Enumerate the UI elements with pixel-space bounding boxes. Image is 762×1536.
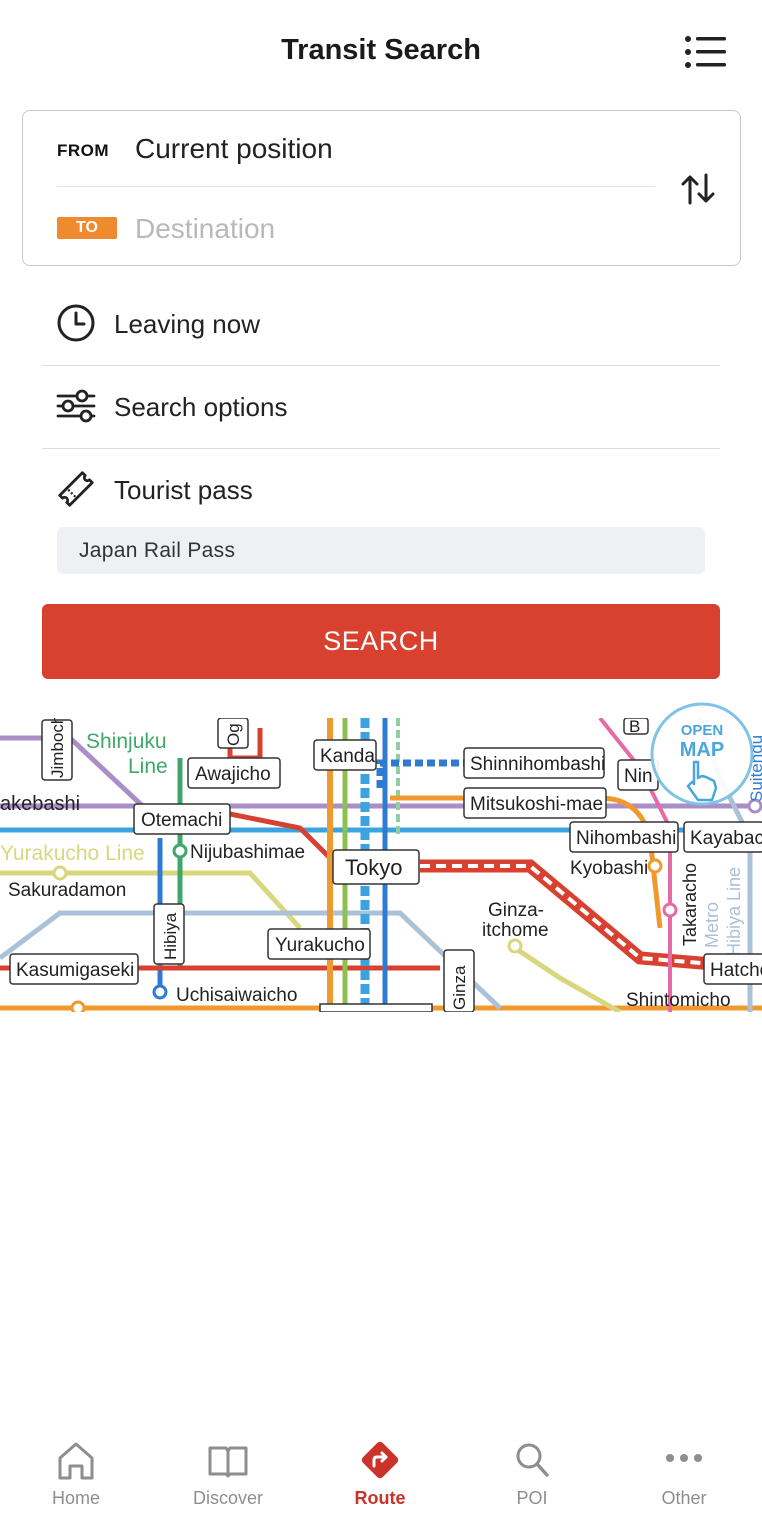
yurakucho-east-route	[513, 945, 622, 1012]
svg-text:itchome: itchome	[482, 920, 549, 941]
tourist-pass-row[interactable]: Tourist pass	[42, 449, 720, 531]
tab-poi[interactable]: POI	[456, 1420, 608, 1520]
svg-text:MAP: MAP	[680, 739, 724, 761]
station-og: Og	[217, 718, 249, 749]
ticket-icon	[56, 469, 96, 509]
svg-text:Kanda: Kanda	[320, 746, 375, 767]
svg-text:Metro: Metro	[702, 902, 722, 948]
svg-text:Shinnihombashi: Shinnihombashi	[470, 754, 605, 775]
tab-other-label: Other	[661, 1488, 707, 1508]
svg-text:Hibiya: Hibiya	[161, 912, 180, 960]
leaving-now-label: Leaving now	[114, 309, 260, 339]
svg-text:Ginza-: Ginza-	[488, 900, 544, 921]
svg-text:B: B	[629, 718, 640, 736]
tourist-pass-label: Tourist pass	[114, 475, 253, 505]
search-button[interactable]: SEARCH	[42, 604, 720, 679]
page-title: Transit Search	[281, 34, 481, 66]
list-menu-icon[interactable]	[684, 34, 728, 70]
sliders-icon	[56, 386, 96, 426]
svg-text:Sakuradamon: Sakuradamon	[8, 880, 126, 901]
svg-text:Og: Og	[224, 723, 243, 746]
tab-discover-label: Discover	[192, 1488, 263, 1508]
search-icon	[510, 1438, 554, 1482]
svg-text:Kyobashi: Kyobashi	[570, 858, 648, 879]
svg-text:Yurakucho Line: Yurakucho Line	[0, 842, 145, 865]
tab-poi-label: POI	[516, 1488, 548, 1508]
more-icon	[662, 1438, 706, 1482]
tab-other[interactable]: Other	[608, 1420, 760, 1520]
jr-sobu-route	[376, 759, 470, 788]
search-options-row[interactable]: Search options	[42, 366, 720, 448]
station-kasumigaseki: Kasumigaseki	[9, 953, 139, 985]
svg-text:Nihombashi: Nihombashi	[576, 828, 676, 849]
svg-text:Takaracho: Takaracho	[680, 863, 700, 946]
svg-text:Awajicho: Awajicho	[195, 764, 271, 785]
from-value: Current position	[135, 133, 333, 164]
clock-icon	[56, 303, 96, 343]
svg-text:Hatcho: Hatcho	[710, 960, 762, 981]
station-kanda: Kanda	[313, 739, 377, 771]
from-tag: FROM	[57, 141, 110, 160]
to-field: TO	[57, 211, 657, 251]
svg-text:Ginza: Ginza	[450, 965, 469, 1010]
svg-text:Kayabac: Kayabac	[690, 828, 762, 849]
tourist-pass-select[interactable]: Japan Rail Pass	[57, 527, 705, 574]
tab-home[interactable]: Home	[0, 1420, 152, 1520]
svg-text:akebashi: akebashi	[0, 793, 80, 815]
station-hatchobori: Hatcho	[703, 953, 762, 985]
leaving-now-row[interactable]: Leaving now	[42, 283, 720, 365]
card-divider	[57, 186, 655, 187]
tab-discover[interactable]: Discover	[152, 1420, 304, 1520]
svg-text:Mitsukoshi-mae: Mitsukoshi-mae	[470, 794, 603, 815]
svg-text:Line: Line	[128, 755, 168, 778]
station-shinnihombashi: Shinnihombashi	[463, 747, 605, 779]
tab-route[interactable]: Route	[304, 1420, 456, 1520]
station-yurakucho: Yurakucho	[267, 928, 371, 960]
svg-text:Uchisaiwaicho: Uchisaiwaicho	[176, 985, 297, 1006]
route-icon	[358, 1438, 402, 1482]
tab-bar: Home Discover Route POI Other	[0, 1420, 762, 1536]
tab-route-label: Route	[354, 1488, 406, 1508]
svg-text:Hibiya Line: Hibiya Line	[724, 867, 744, 956]
book-icon	[206, 1438, 250, 1482]
tab-home-label: Home	[51, 1488, 100, 1508]
station-tokyo: Tokyo	[332, 849, 420, 885]
app-header: Transit Search	[0, 0, 762, 105]
swap-vertical-icon[interactable]	[678, 169, 718, 209]
svg-text:Kasumigaseki: Kasumigaseki	[16, 960, 134, 981]
search-options-label: Search options	[114, 392, 288, 422]
svg-text:Otemachi: Otemachi	[141, 810, 222, 831]
svg-text:Shinjuku: Shinjuku	[86, 730, 167, 753]
station-awajicho: Awajicho	[187, 757, 281, 789]
station-nihombashi: Nihombashi	[569, 821, 679, 853]
svg-text:Nijubashimae: Nijubashimae	[190, 842, 305, 863]
station-mitsukoshimae: Mitsukoshi-mae	[463, 787, 607, 819]
station-hibiya: Hibiya	[153, 903, 185, 965]
to-tag: TO	[57, 217, 117, 239]
svg-text:Tokyo: Tokyo	[345, 855, 402, 880]
station-jimbocho: Jimboch	[41, 718, 73, 781]
station-kayabacho: Kayabac	[683, 821, 762, 853]
station-otemachi: Otemachi	[133, 803, 231, 835]
svg-text:Shintomicho: Shintomicho	[626, 990, 731, 1011]
station-ginza: Ginza	[443, 949, 475, 1012]
open-map-button[interactable]: OPEN MAP	[642, 702, 760, 806]
route-card: FROM Current position TO	[22, 110, 741, 266]
from-field[interactable]: FROM Current position	[57, 133, 657, 173]
svg-text:Yurakucho: Yurakucho	[275, 935, 365, 956]
home-icon	[54, 1438, 98, 1482]
svg-text:Jimboch: Jimboch	[48, 718, 67, 778]
destination-input[interactable]	[135, 211, 635, 247]
svg-text:OPEN: OPEN	[681, 722, 724, 739]
